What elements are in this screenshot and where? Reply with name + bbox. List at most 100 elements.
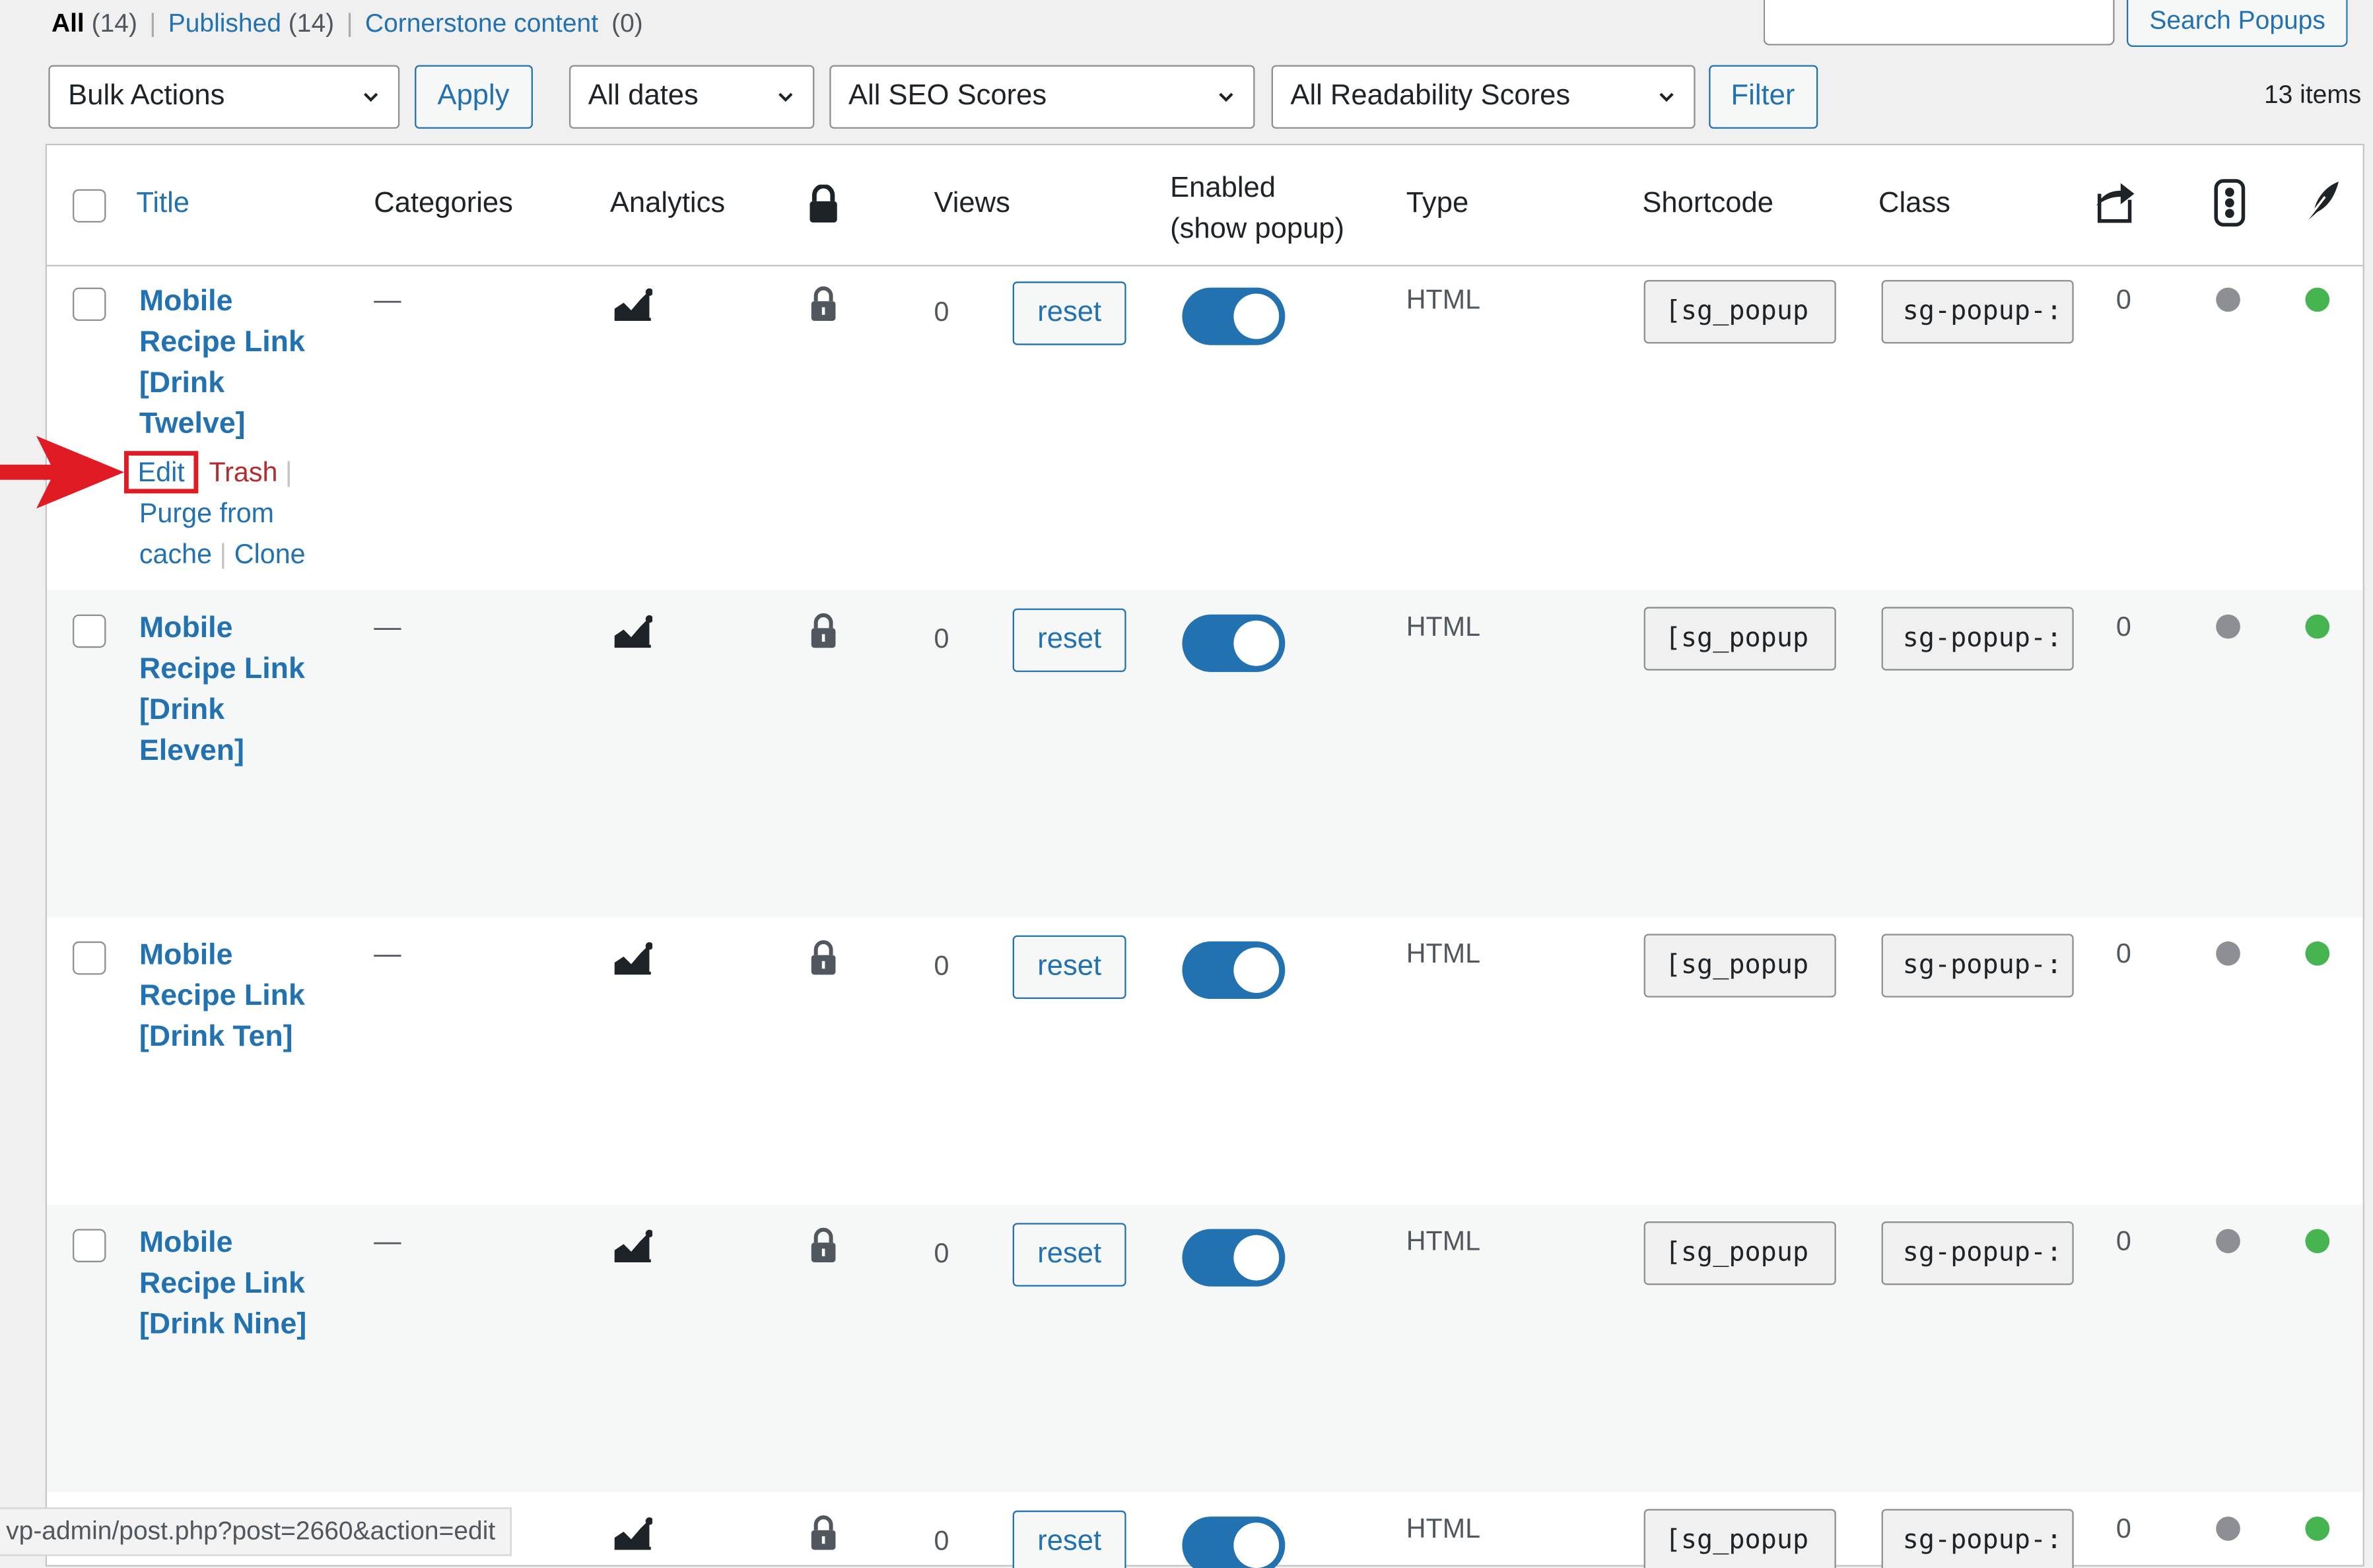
class-field[interactable]: sg-popup-: [1881, 1509, 2074, 1568]
row-actions: Edit Trash | Purge from cache | Clone [123, 451, 306, 575]
class-field[interactable]: sg-popup-: [1881, 607, 2074, 671]
row-checkbox[interactable] [73, 287, 106, 322]
reset-views-button[interactable]: reset [1012, 281, 1126, 345]
class-field[interactable]: sg-popup-: [1881, 934, 2074, 998]
seo-traffic-light-icon[interactable] [2213, 179, 2246, 227]
row-type: HTML [1406, 938, 1481, 969]
apply-button[interactable]: Apply [415, 65, 532, 129]
enabled-toggle[interactable] [1182, 287, 1286, 345]
red-arrow-icon [0, 436, 124, 509]
search-popups-button[interactable]: Search Popups [2126, 0, 2349, 48]
trash-action[interactable]: Trash [209, 457, 277, 487]
reset-views-button[interactable]: reset [1012, 1223, 1126, 1287]
lock-icon [811, 613, 836, 648]
column-categories: Categories [374, 187, 513, 220]
shortcode-field[interactable]: [sg_popup [1643, 1221, 1836, 1285]
row-type: HTML [1406, 611, 1481, 642]
row-title-link[interactable]: Mobile Recipe Link [Drink Nine] [139, 1223, 306, 1346]
table-filters: Bulk Actions Apply All dates All SEO Sco… [48, 65, 1818, 129]
view-filters: All (14) | Published (14) | Cornerstone … [52, 9, 643, 40]
feather-icon[interactable] [2299, 179, 2341, 227]
readability-score-dot [2305, 1517, 2330, 1541]
lock-icon [811, 286, 836, 322]
row-checkbox[interactable] [73, 941, 106, 975]
analytics-chart-icon[interactable] [613, 288, 653, 322]
search-input[interactable] [1763, 0, 2115, 46]
purge-cache-action[interactable]: Purge from [124, 493, 306, 534]
readability-score-dot [2305, 614, 2330, 639]
view-cornerstone[interactable]: Cornerstone content (0) [365, 9, 643, 40]
analytics-chart-icon[interactable] [613, 941, 653, 975]
lock-icon [811, 1227, 836, 1262]
select-all-checkbox[interactable] [73, 189, 106, 222]
seo-score-dot [2216, 287, 2240, 312]
reset-views-button[interactable]: reset [1012, 935, 1126, 1000]
shortcode-field[interactable]: [sg_popup [1643, 280, 1836, 344]
reset-views-button[interactable]: reset [1012, 608, 1126, 672]
readability-score-dot [2305, 1229, 2330, 1254]
row-views: 0 [934, 1238, 949, 1269]
purge-cache-action-cont[interactable]: cache [139, 539, 212, 569]
row-categories: — [374, 611, 401, 642]
class-field[interactable]: sg-popup-: [1881, 280, 2074, 344]
shortcode-field[interactable]: [sg_popup [1643, 934, 1836, 998]
column-views: Views [934, 187, 1010, 220]
edit-action[interactable]: Edit [123, 451, 199, 494]
enabled-toggle[interactable] [1182, 941, 1286, 1000]
row-views: 0 [934, 296, 949, 327]
enabled-toggle[interactable] [1182, 1517, 1286, 1568]
view-published[interactable]: Published (14) [168, 9, 334, 40]
column-type: Type [1406, 187, 1469, 220]
chevron-down-icon [1659, 92, 1673, 102]
row-title-link[interactable]: Mobile Recipe Link [Drink Twelve] [139, 281, 305, 445]
lock-icon [811, 940, 836, 975]
share-icon[interactable] [2090, 179, 2139, 227]
items-count: 13 items [2264, 80, 2362, 110]
row-checkbox[interactable] [73, 614, 106, 648]
analytics-chart-icon[interactable] [613, 1517, 653, 1550]
column-class: Class [1878, 187, 1950, 220]
lock-icon [811, 1515, 836, 1550]
column-title[interactable]: Title [136, 187, 189, 221]
enabled-toggle[interactable] [1182, 1229, 1286, 1287]
seo-score-dot [2216, 1229, 2240, 1254]
analytics-chart-icon[interactable] [613, 615, 653, 648]
search-box: Search Popups [1763, 0, 2349, 48]
filter-button[interactable]: Filter [1708, 65, 1818, 129]
table-row: Mobile Recipe Link [Drink Twelve] Edit T… [47, 266, 2363, 590]
bulk-actions-select[interactable]: Bulk Actions [48, 65, 400, 129]
seo-scores-select[interactable]: All SEO Scores [829, 65, 1255, 129]
row-type: HTML [1406, 1513, 1481, 1544]
column-shortcode: Shortcode [1642, 187, 1773, 220]
readability-score-dot [2305, 941, 2330, 966]
enabled-toggle[interactable] [1182, 614, 1286, 672]
readability-scores-select[interactable]: All Readability Scores [1270, 65, 1695, 129]
row-checkbox[interactable] [73, 1229, 106, 1262]
row-title-link[interactable]: Mobile Recipe Link [Drink Eleven] [139, 609, 305, 772]
lock-icon [809, 184, 837, 222]
chevron-down-icon [1218, 92, 1233, 102]
table-row: Mobile Recipe Link [Drink Eleven] — 0 re… [47, 590, 2363, 918]
shortcode-field[interactable]: [sg_popup [1643, 607, 1836, 671]
chevron-down-icon [364, 92, 378, 102]
class-field[interactable]: sg-popup-: [1881, 1221, 2074, 1285]
popups-table: Title Categories Analytics Views Enabled… [45, 143, 2364, 1568]
row-links-count: 0 [2115, 284, 2131, 315]
row-type: HTML [1406, 1225, 1481, 1256]
row-type: HTML [1406, 284, 1481, 315]
reset-views-button[interactable]: reset [1012, 1510, 1126, 1568]
view-all[interactable]: All (14) [52, 9, 137, 40]
seo-score-dot [2216, 614, 2240, 639]
row-views: 0 [934, 950, 949, 981]
clone-action[interactable]: Clone [234, 539, 306, 569]
row-title-link[interactable]: Mobile Recipe Link [Drink Ten] [139, 936, 305, 1058]
row-links-count: 0 [2115, 938, 2131, 969]
row-categories: — [374, 284, 401, 315]
dates-select[interactable]: All dates [568, 65, 814, 129]
row-categories: — [374, 1225, 401, 1256]
shortcode-field[interactable]: [sg_popup [1643, 1509, 1836, 1568]
seo-score-dot [2216, 1517, 2240, 1541]
row-links-count: 0 [2115, 1225, 2131, 1256]
analytics-chart-icon[interactable] [613, 1229, 653, 1262]
row-links-count: 0 [2115, 611, 2131, 642]
